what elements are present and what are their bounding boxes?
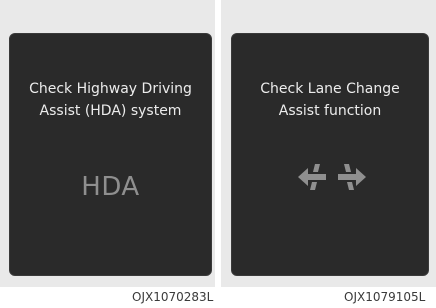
figure-code-left: OJX1070283L (132, 290, 214, 304)
lane-change-warning-line-1: Check Lane Change (260, 81, 400, 97)
lane-change-warning-screen: Check Lane Change Assist function (231, 33, 429, 276)
figure-code-right: OJX1079105L (344, 290, 426, 304)
hda-warning-line-2: Assist (HDA) system (39, 103, 182, 119)
hda-logo: HDA (81, 172, 140, 202)
lane-change-warning-line-2: Assist function (278, 103, 382, 119)
lane-change-assist-icon (298, 164, 366, 190)
hda-warning-line-1: Check Highway Driving (29, 81, 192, 97)
hda-warning-screen: Check Highway Driving Assist (HDA) syste… (9, 33, 212, 276)
lane-change-warning-message: Check Lane Change Assist function (232, 78, 428, 122)
hda-warning-message: Check Highway Driving Assist (HDA) syste… (10, 78, 211, 122)
